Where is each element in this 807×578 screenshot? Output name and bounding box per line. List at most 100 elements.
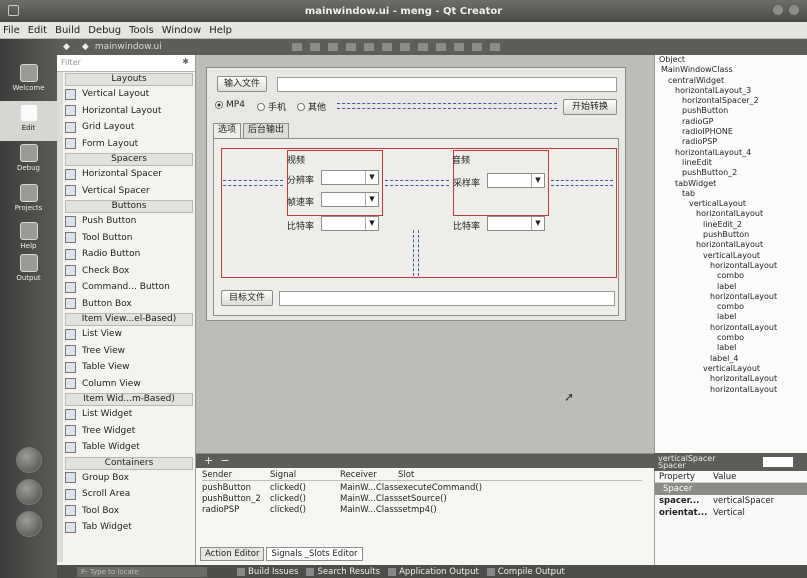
tab-action-editor[interactable]: Action Editor <box>200 547 265 561</box>
horizontal-spacer-left[interactable] <box>223 180 283 186</box>
target-file-button[interactable]: 目标文件 <box>221 290 273 306</box>
layout-form-icon[interactable] <box>435 43 446 51</box>
edit-widgets-icon[interactable] <box>291 43 302 51</box>
widget-item[interactable]: Tree Widget <box>57 423 195 440</box>
widget-item[interactable]: Button Box <box>57 296 195 313</box>
property-value[interactable]: verticalSpacer <box>713 495 774 507</box>
widget-item[interactable]: Table View <box>57 359 195 376</box>
remove-connection-icon[interactable]: − <box>220 454 229 467</box>
widget-item[interactable]: Horizontal Layout <box>57 103 195 120</box>
widget-item[interactable]: Tool Box <box>57 503 195 520</box>
resolution-combo[interactable]: ▼ <box>321 170 379 185</box>
adjust-size-icon[interactable] <box>489 43 500 51</box>
layout-splitter-v-icon[interactable] <box>417 43 428 51</box>
minimize-icon[interactable] <box>773 5 783 15</box>
widget-item[interactable]: Table Widget <box>57 439 195 456</box>
tree-item[interactable]: lineEdit_2 <box>655 220 807 230</box>
widget-category[interactable]: Buttons <box>65 200 193 213</box>
tab-options[interactable]: 选项 <box>213 123 242 138</box>
menu-window[interactable]: Window <box>162 25 201 36</box>
tree-item[interactable]: radioPSP <box>655 137 807 147</box>
tree-item[interactable]: horizontalLayout <box>655 292 807 302</box>
pane-application-output[interactable]: Application Output <box>388 567 479 577</box>
widget-item[interactable]: Grid Layout <box>57 119 195 136</box>
widget-item[interactable]: Scroll Area <box>57 486 195 503</box>
tree-item[interactable]: pushButton_2 <box>655 168 807 178</box>
menu-help[interactable]: Help <box>209 25 232 36</box>
samplerate-combo[interactable]: ▼ <box>487 173 545 188</box>
widget-category[interactable]: Item Wid...m-Based) <box>65 393 193 406</box>
widget-item[interactable]: Horizontal Spacer <box>57 166 195 183</box>
tree-item[interactable]: horizontalLayout <box>655 240 807 250</box>
tree-item[interactable]: label <box>655 282 807 292</box>
tree-item[interactable]: MainWindowClass <box>655 65 807 75</box>
mode-output[interactable]: Output <box>0 251 57 291</box>
start-convert-button[interactable]: 开始转换 <box>563 99 617 115</box>
widget-item[interactable]: List View <box>57 326 195 343</box>
framerate-combo[interactable]: ▼ <box>321 192 379 207</box>
property-filter-input[interactable] <box>763 457 793 467</box>
file-tab[interactable]: mainwindow.ui <box>95 42 162 52</box>
tree-item[interactable]: label <box>655 312 807 322</box>
tree-item[interactable]: horizontalLayout <box>655 209 807 219</box>
tree-item[interactable]: verticalLayout <box>655 199 807 209</box>
break-layout-icon[interactable] <box>471 43 482 51</box>
widget-category[interactable]: Containers <box>65 456 193 470</box>
mode-welcome[interactable]: Welcome <box>0 61 57 101</box>
menu-edit[interactable]: Edit <box>28 25 47 36</box>
widget-item[interactable]: Check Box <box>57 263 195 280</box>
target-path-field[interactable] <box>279 291 615 306</box>
horizontal-spacer[interactable] <box>337 103 557 109</box>
edit-signals-icon[interactable] <box>309 43 320 51</box>
tree-item[interactable]: horizontalLayout_3 <box>655 86 807 96</box>
table-row[interactable]: radioPSP clicked() MainW...Class setmp4() <box>202 505 642 516</box>
widget-category[interactable]: Layouts <box>65 73 193 86</box>
tree-item[interactable]: horizontalLayout <box>655 374 807 384</box>
video-bitrate-combo[interactable]: ▼ <box>321 216 379 231</box>
layout-horizontal-icon[interactable] <box>363 43 374 51</box>
table-row[interactable]: pushButton clicked() MainW...Class executeC… <box>202 483 642 494</box>
widget-item[interactable]: List Widget <box>57 406 195 423</box>
tree-item[interactable]: verticalLayout <box>655 251 807 261</box>
widget-category[interactable]: Spacers <box>65 153 193 166</box>
build-button[interactable] <box>16 511 42 537</box>
layout-grid-icon[interactable] <box>453 43 464 51</box>
widget-item[interactable]: Tree View <box>57 343 195 360</box>
widget-filter-input[interactable]: Filter ✱ <box>57 55 195 72</box>
tree-item[interactable]: combo <box>655 333 807 343</box>
tree-item[interactable]: pushButton <box>655 106 807 116</box>
property-value[interactable]: Vertical <box>713 507 745 519</box>
layout-splitter-h-icon[interactable] <box>399 43 410 51</box>
layout-vertical-icon[interactable] <box>381 43 392 51</box>
tree-item[interactable]: label_4 <box>655 354 807 364</box>
tree-item[interactable]: centralWidget <box>655 76 807 86</box>
back-arrow-icon[interactable]: ◆ <box>63 42 70 52</box>
tree-item[interactable]: horizontalLayout <box>655 323 807 333</box>
pane-search-results[interactable]: Search Results <box>306 567 380 577</box>
locator-input[interactable]: P- Type to locate <box>77 566 207 577</box>
widget-item[interactable]: Command... Button <box>57 279 195 296</box>
tree-item[interactable]: tabWidget <box>655 179 807 189</box>
menu-build[interactable]: Build <box>55 25 80 36</box>
maximize-icon[interactable] <box>789 5 799 15</box>
tree-item[interactable]: horizontalSpacer_2 <box>655 96 807 106</box>
input-file-button[interactable]: 输入文件 <box>217 76 267 92</box>
tree-item[interactable]: pushButton <box>655 230 807 240</box>
menu-debug[interactable]: Debug <box>88 25 121 36</box>
table-row[interactable]: pushButton_2 clicked() MainW...Class setSou… <box>202 494 642 505</box>
tree-item[interactable]: horizontalLayout <box>655 261 807 271</box>
pin-icon[interactable]: ✱ <box>182 57 189 66</box>
menu-tools[interactable]: Tools <box>129 25 154 36</box>
edit-tab-order-icon[interactable] <box>345 43 356 51</box>
forward-arrow-icon[interactable]: ◆ <box>82 42 89 52</box>
widget-item[interactable]: Push Button <box>57 213 195 230</box>
tree-item[interactable]: horizontalLayout <box>655 385 807 395</box>
widget-category[interactable]: Item View...el-Based) <box>65 313 193 326</box>
widget-item[interactable]: Tool Button <box>57 230 195 247</box>
widget-item[interactable]: Column View <box>57 376 195 393</box>
widget-item[interactable]: Radio Button <box>57 246 195 263</box>
radio-other[interactable]: 其他 <box>297 100 326 113</box>
tree-item[interactable]: label <box>655 343 807 353</box>
vertical-spacer[interactable] <box>413 230 419 276</box>
property-row[interactable]: spacer... verticalSpacer <box>655 495 807 507</box>
